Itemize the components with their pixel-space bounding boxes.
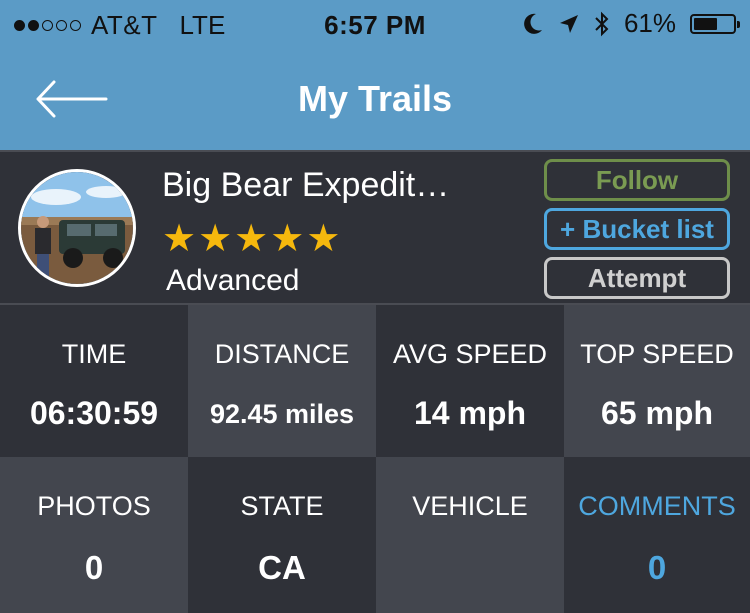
moon-icon [524, 13, 542, 34]
stat-value: 0 [84, 549, 104, 586]
stat-distance: DISTANCE 92.45 miles [188, 305, 376, 457]
follow-button[interactable]: Follow [544, 159, 730, 201]
trail-header: Big Bear Expedit… ★ ★ ★ ★ ★ Advanced Fol… [0, 150, 750, 305]
stat-photos[interactable]: PHOTOS 0 [0, 457, 188, 613]
attempt-button[interactable]: Attempt [544, 257, 730, 299]
stat-label: PHOTOS [37, 491, 151, 521]
page-title: My Trails [297, 78, 453, 119]
star-icon: ★ [270, 218, 305, 260]
stat-value: CA [258, 549, 306, 586]
difficulty-level: Advanced [166, 264, 300, 297]
stat-avg-speed: AVG SPEED 14 mph [376, 305, 564, 457]
stat-state: STATE CA [188, 457, 376, 613]
jeep-photo-avatar [21, 172, 133, 284]
stat-value: 65 mph [600, 395, 714, 431]
battery-icon [690, 13, 740, 34]
status-bar: AT&T LTE 6:57 PM 61% [0, 0, 750, 50]
battery-percent: 61% [623, 8, 676, 38]
star-icon: ★ [234, 218, 269, 260]
stat-label: DISTANCE [214, 339, 350, 369]
location-arrow-icon [559, 14, 578, 33]
stat-label: VEHICLE [412, 491, 528, 521]
status-right: 61% [522, 8, 740, 39]
star-icon: ★ [162, 218, 197, 260]
trail-name: Big Bear Expedit… [162, 166, 450, 204]
rating-stars: ★ ★ ★ ★ ★ [162, 220, 340, 258]
stat-label: STATE [240, 491, 324, 521]
stat-comments[interactable]: COMMENTS 0 [564, 457, 750, 613]
stats-grid: TIME 06:30:59 DISTANCE 92.45 miles AVG S… [0, 305, 750, 613]
stat-label: TIME [61, 339, 127, 369]
bucket-list-button[interactable]: + Bucket list [544, 208, 730, 250]
bluetooth-icon [595, 11, 609, 36]
stat-value: 92.45 miles [209, 399, 355, 429]
stat-vehicle[interactable]: VEHICLE [376, 457, 564, 613]
star-icon: ★ [198, 218, 233, 260]
stat-label: COMMENTS [578, 491, 736, 521]
battery-fill [694, 17, 718, 30]
stat-label: AVG SPEED [392, 339, 548, 369]
avatar[interactable] [18, 169, 136, 287]
stat-top-speed: TOP SPEED 65 mph [564, 305, 750, 457]
nav-bar: My Trails [0, 50, 750, 150]
stat-time: TIME 06:30:59 [0, 305, 188, 457]
star-icon: ★ [306, 218, 341, 260]
stat-value: 06:30:59 [29, 395, 159, 431]
stat-value: 14 mph [413, 395, 527, 431]
stat-value: 0 [647, 549, 667, 586]
stat-label: TOP SPEED [580, 339, 734, 369]
